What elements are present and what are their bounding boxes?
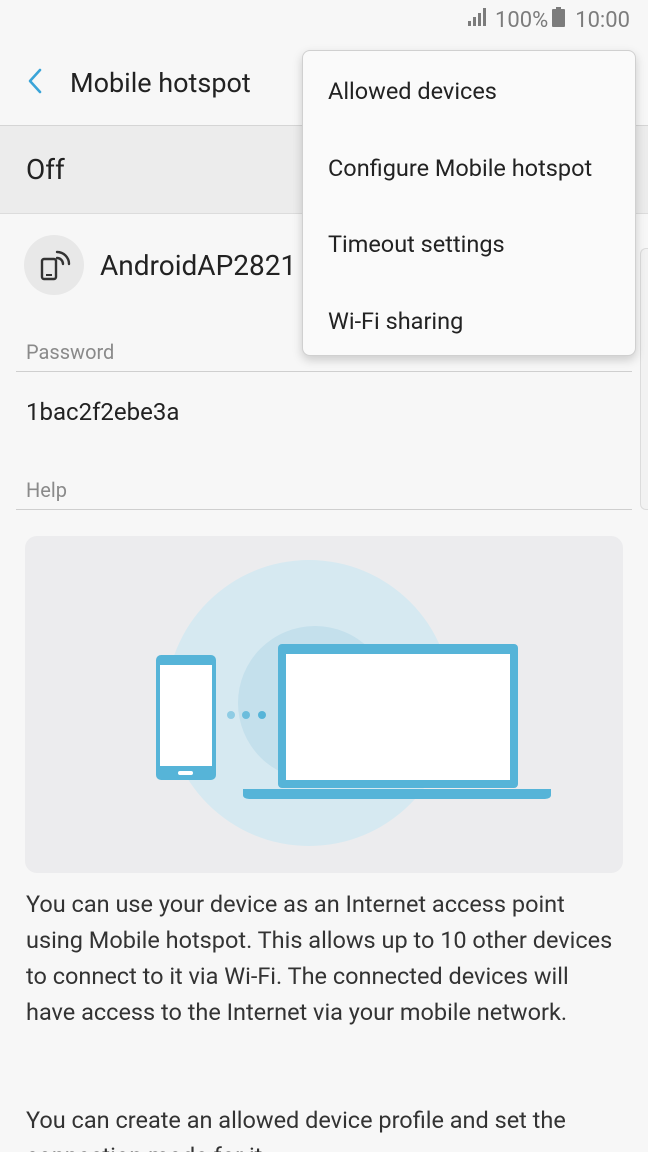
mobile-hotspot-screen: 100% 10:00 Mobile hotspot Off AndroidAP2…	[0, 0, 648, 1152]
scroll-indicator	[640, 248, 648, 510]
menu-item-configure-hotspot[interactable]: Configure Mobile hotspot	[303, 130, 635, 207]
help-paragraph-2: You can create an allowed device profile…	[26, 1106, 566, 1152]
menu-item-allowed-devices[interactable]: Allowed devices	[303, 53, 635, 130]
status-bar: 100% 10:00	[0, 0, 648, 40]
help-paragraph-1: You can use your device as an Internet a…	[26, 890, 613, 1026]
password-value[interactable]: 1bac2f2ebe3a	[26, 398, 179, 426]
network-name: AndroidAP2821	[100, 248, 297, 282]
help-label: Help	[26, 478, 67, 502]
back-button[interactable]	[0, 40, 70, 125]
hotspot-illustration	[25, 536, 623, 873]
help-divider	[16, 509, 632, 510]
battery-icon	[552, 7, 566, 33]
hotspot-icon	[24, 235, 84, 295]
switch-label: Off	[26, 153, 65, 186]
menu-item-wifi-sharing[interactable]: Wi-Fi sharing	[303, 283, 635, 360]
battery-percent: 100%	[494, 7, 549, 33]
chevron-left-icon	[26, 67, 44, 99]
password-divider	[16, 371, 632, 372]
page-title: Mobile hotspot	[70, 66, 251, 99]
overflow-menu: Allowed devices Configure Mobile hotspot…	[302, 50, 636, 356]
clock: 10:00	[575, 7, 630, 33]
menu-item-timeout-settings[interactable]: Timeout settings	[303, 206, 635, 283]
signal-icon	[467, 7, 489, 33]
password-label: Password	[26, 340, 115, 364]
